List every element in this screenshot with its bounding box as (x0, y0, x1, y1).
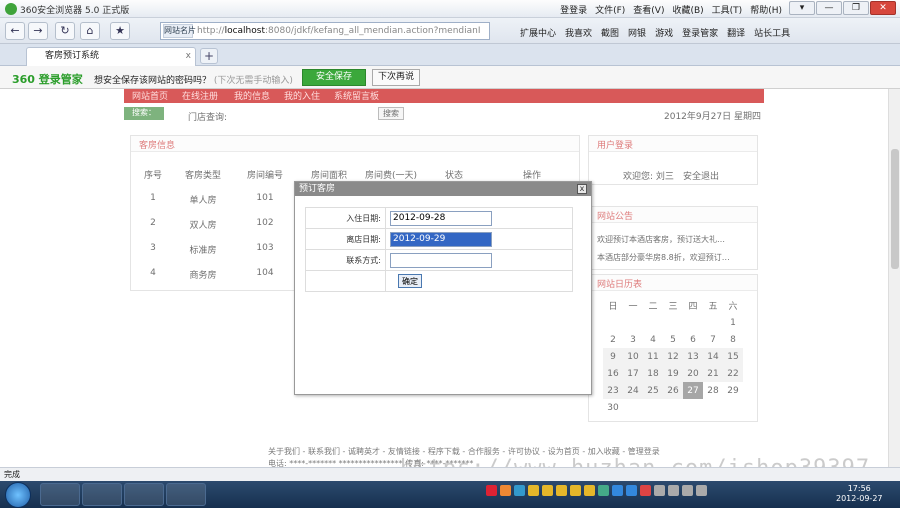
start-button-icon[interactable] (5, 482, 31, 508)
next-time-button[interactable]: 下次再说 (372, 69, 420, 86)
toolbar-extensions[interactable]: 扩展中心 (520, 26, 556, 39)
menu-help[interactable]: 帮助(H) (750, 3, 782, 16)
tray-icon[interactable] (626, 485, 637, 496)
windows-taskbar: 17:56 2012-09-27 (0, 481, 900, 508)
toolbar-screenshot[interactable]: 截图 (601, 26, 619, 39)
url-host: localhost (224, 26, 265, 36)
browser-logo-icon (5, 3, 17, 15)
toolbar-translate[interactable]: 翻译 (727, 26, 745, 39)
tray-icon[interactable] (528, 485, 539, 496)
taskbar-ie[interactable] (82, 483, 122, 506)
address-bar[interactable]: 网站名片 http://localhost:8080/jdkf/kefang_a… (160, 22, 490, 40)
password-save-bar: 360 登录管家 想安全保存该网站的密码吗？ (下次无需手动输入) 安全保存 下… (0, 66, 900, 89)
toolbar-webmaster[interactable]: 站长工具 (754, 26, 790, 39)
status-bar: 完成 (0, 467, 900, 481)
browser-title-bar: 360安全浏览器 5.0 正式版 登登录 文件(F) 查看(V) 收藏(B) 工… (0, 0, 900, 18)
tab-bar: 客房预订系统 x + (0, 44, 900, 66)
site-card-button[interactable]: 网站名片 (163, 24, 196, 38)
password-prompt-text: 想安全保存该网站的密码吗？ (94, 76, 212, 86)
favorite-star-button[interactable]: ★ (110, 22, 130, 40)
tray-icon[interactable] (556, 485, 567, 496)
tab-room-booking[interactable]: 客房预订系统 x (26, 47, 196, 66)
maximize-button[interactable]: ❐ (843, 1, 869, 15)
contact-label: 联系方式: (305, 249, 386, 271)
tray-icon[interactable] (682, 485, 693, 496)
watermark-text: https://www.huzhan.com/ishop39397 (400, 456, 870, 467)
window-menu-button[interactable]: ▾ (789, 1, 815, 15)
blank-cell (305, 270, 386, 292)
menu-favorites[interactable]: 收藏(B) (672, 3, 703, 16)
password-hint: (下次无需手动输入) (213, 76, 293, 86)
browser-menu-bar: 登登录 文件(F) 查看(V) 收藏(B) 工具(T) 帮助(H) (560, 3, 782, 16)
confirm-button[interactable]: 确定 (398, 274, 422, 288)
tray-icon[interactable] (500, 485, 511, 496)
tray-icon[interactable] (668, 485, 679, 496)
toolbar-favorites[interactable]: 我喜欢 (565, 26, 592, 39)
toolbar-games[interactable]: 游戏 (655, 26, 673, 39)
browser-toolbar: 扩展中心 我喜欢 截图 网银 游戏 登录管家 翻译 站长工具 (520, 26, 790, 39)
taskbar-app[interactable] (166, 483, 206, 506)
menu-file[interactable]: 文件(F) (595, 3, 625, 16)
url-path: :8080/jdkf/kefang_all_mendian.action?men… (264, 26, 481, 36)
scrollbar-thumb[interactable] (891, 149, 899, 269)
tray-icon[interactable] (598, 485, 609, 496)
back-button[interactable]: ← (5, 22, 25, 40)
clock-date: 2012-09-27 (836, 494, 883, 503)
minimize-button[interactable]: — (816, 1, 842, 15)
navigation-bar: ← → ↻ ⌂ ★ 网站名片 http://localhost:8080/jdk… (0, 18, 900, 44)
tray-icon[interactable] (654, 485, 665, 496)
dialog-title: 预订客房 (295, 182, 591, 196)
tab-close-icon[interactable]: x (186, 48, 191, 65)
dialog-close-icon[interactable]: x (577, 184, 587, 194)
menu-tools[interactable]: 工具(T) (712, 3, 743, 16)
checkout-label: 离店日期: (305, 228, 386, 250)
toolbar-login-manager[interactable]: 登录管家 (682, 26, 718, 39)
password-prompt: 想安全保存该网站的密码吗？ (下次无需手动输入) (94, 73, 293, 86)
window-controls: ▾ — ❐ ✕ (789, 1, 896, 15)
tray-icon[interactable] (696, 485, 707, 496)
home-button[interactable]: ⌂ (80, 22, 100, 40)
menu-view[interactable]: 查看(V) (633, 3, 664, 16)
safe-save-button[interactable]: 安全保存 (302, 69, 366, 86)
taskbar-360-browser[interactable] (40, 483, 80, 506)
tray-icon[interactable] (570, 485, 581, 496)
booking-dialog: 预订客房 x 入住日期: 离店日期: 联系方式: 确定 (294, 181, 592, 395)
taskbar-eclipse[interactable] (124, 483, 164, 506)
tab-title: 客房预订系统 (45, 51, 100, 61)
checkin-label: 入住日期: (305, 207, 386, 229)
toolbar-bank[interactable]: 网银 (628, 26, 646, 39)
tray-icon[interactable] (514, 485, 525, 496)
tray-icon[interactable] (542, 485, 553, 496)
tray-icon[interactable] (640, 485, 651, 496)
login-manager-logo: 360 登录管家 (12, 73, 83, 86)
vertical-scrollbar[interactable] (888, 89, 900, 467)
checkout-date-field[interactable] (390, 231, 492, 247)
tray-icon[interactable] (486, 485, 497, 496)
tray-icon[interactable] (584, 485, 595, 496)
browser-title: 360安全浏览器 5.0 正式版 (20, 6, 130, 16)
close-window-button[interactable]: ✕ (870, 1, 896, 15)
system-tray (486, 485, 707, 496)
refresh-button[interactable]: ↻ (55, 22, 75, 40)
forward-button[interactable]: → (28, 22, 48, 40)
clock-time: 17:56 (847, 484, 871, 493)
checkin-date-field[interactable] (390, 210, 492, 226)
new-tab-button[interactable]: + (200, 48, 218, 64)
taskbar-clock[interactable]: 17:56 2012-09-27 (836, 484, 883, 504)
menu-login[interactable]: 登登录 (560, 3, 587, 16)
tray-icon[interactable] (612, 485, 623, 496)
booking-form: 入住日期: 离店日期: 联系方式: 确定 (305, 207, 573, 292)
page-content: 网站首页 在线注册 我的信息 我的入住 系统留言板 搜索： 门店查询: 搜索 2… (0, 89, 888, 467)
contact-field[interactable] (390, 252, 492, 268)
